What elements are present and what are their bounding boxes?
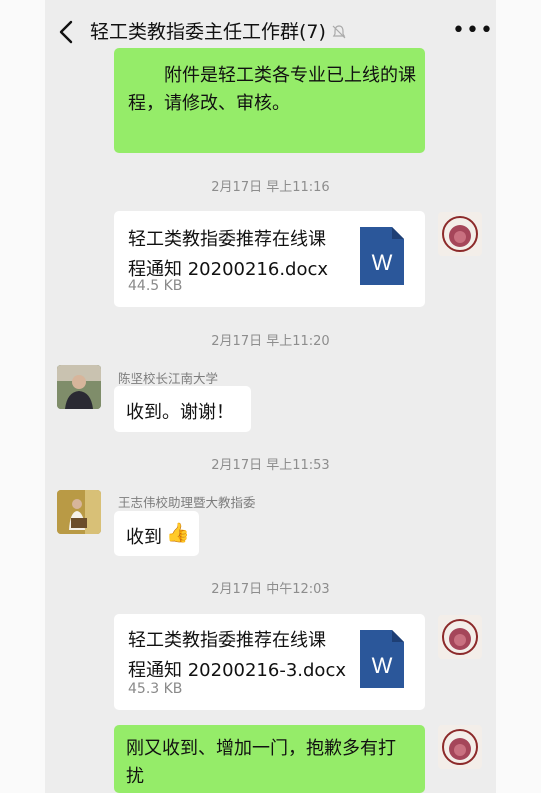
avatar[interactable]: [438, 725, 482, 769]
file-name-line: 轻工类教指委推荐在线课: [128, 229, 326, 250]
avatar[interactable]: [57, 365, 101, 409]
word-document-icon: W: [360, 227, 404, 285]
file-size: 45.3 KB: [128, 681, 183, 697]
message-text: 收到。谢谢！: [126, 402, 234, 423]
svg-text:W: W: [372, 250, 393, 275]
thumbs-up-emoji: 👍: [166, 522, 190, 544]
message-text-line: 程，请修改、审核。: [128, 93, 290, 114]
person-photo-icon: [57, 490, 101, 534]
timestamp: 2月17日 早上11:16: [211, 180, 330, 195]
timestamp: 2月17日 早上11:20: [211, 334, 330, 349]
timestamp: 2月17日 中午12:03: [211, 582, 330, 597]
message-bubble-outgoing[interactable]: 刚又收到、增加一门，抱歉多有打 扰: [114, 725, 425, 793]
avatar[interactable]: [438, 615, 482, 659]
university-emblem-icon: [442, 216, 478, 252]
person-photo-icon: [57, 365, 101, 409]
message-bubble-incoming[interactable]: 收到。谢谢！: [114, 386, 251, 432]
message-text-line: 附件是轻工类各专业已上线的课: [164, 65, 416, 86]
message-bubble-incoming[interactable]: 收到 👍: [114, 511, 199, 556]
mute-bell-icon: [332, 25, 346, 39]
avatar[interactable]: [57, 490, 101, 534]
sender-name: 王志伟校助理暨大教指委: [118, 495, 256, 510]
more-options-button[interactable]: •••: [452, 20, 494, 42]
message-text: 收到: [126, 527, 162, 548]
message-text-line: 扰: [126, 766, 144, 787]
left-margin: [0, 0, 45, 793]
sender-name: 陈坚校长江南大学: [118, 371, 219, 386]
file-message[interactable]: 轻工类教指委推荐在线课 程通知 20200216.docx 44.5 KB W: [114, 211, 425, 307]
avatar[interactable]: [438, 212, 482, 256]
word-document-icon: W: [360, 630, 404, 688]
timestamp: 2月17日 早上11:53: [211, 458, 330, 473]
file-size: 44.5 KB: [128, 278, 183, 294]
svg-text:W: W: [372, 653, 393, 678]
university-emblem-icon: [442, 729, 478, 765]
message-bubble-outgoing[interactable]: 附件是轻工类各专业已上线的课 程，请修改、审核。: [114, 48, 425, 153]
file-name-line: 轻工类教指委推荐在线课: [128, 630, 326, 651]
back-arrow-icon[interactable]: [55, 18, 79, 46]
right-margin: [496, 0, 541, 793]
file-message[interactable]: 轻工类教指委推荐在线课 程通知 20200216-3.docx 45.3 KB …: [114, 614, 425, 710]
message-text-line: 刚又收到、增加一门，抱歉多有打: [126, 738, 396, 759]
university-emblem-icon: [442, 619, 478, 655]
chat-title: 轻工类教指委主任工作群(7): [90, 21, 326, 43]
